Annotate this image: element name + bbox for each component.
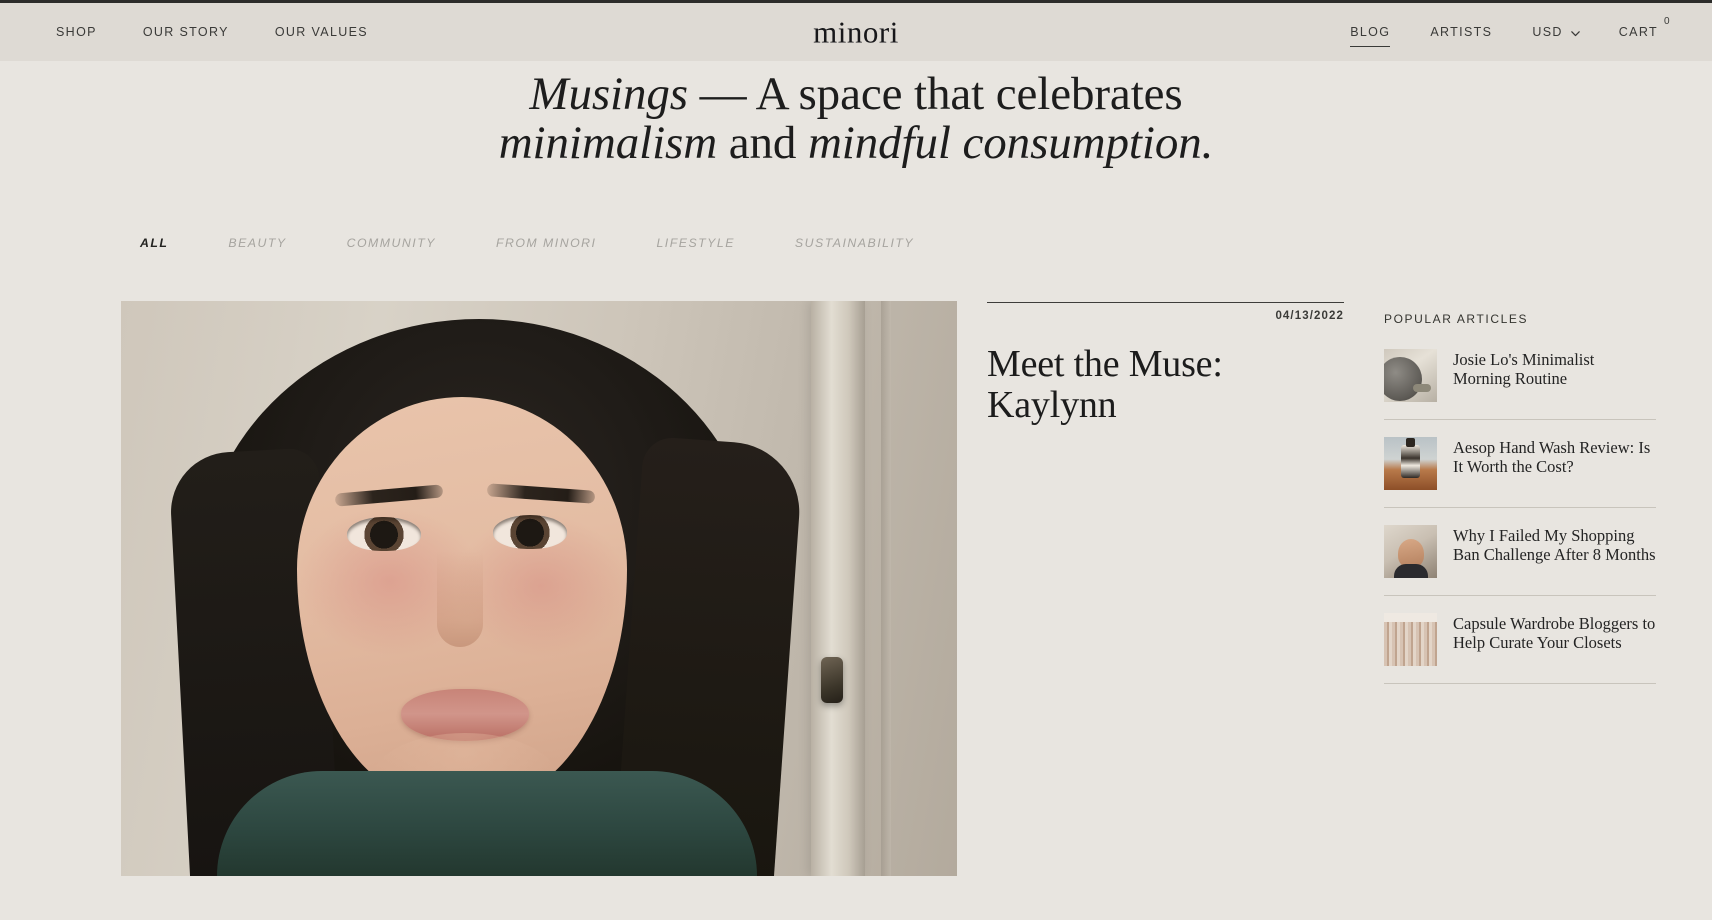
article-thumbnail-icon: [1384, 524, 1437, 578]
list-item[interactable]: Why I Failed My Shopping Ban Challenge A…: [1384, 524, 1656, 596]
featured-article-image[interactable]: [121, 300, 957, 876]
featured-article: [121, 300, 957, 876]
list-item[interactable]: Aesop Hand Wash Review: Is It Worth the …: [1384, 436, 1656, 508]
hero-line2-roman: and: [717, 117, 808, 170]
hero-word-musings: Musings: [529, 68, 688, 120]
currency-label: USD: [1532, 24, 1563, 39]
nav-link-our-story[interactable]: OUR STORY: [143, 26, 229, 39]
currency-selector[interactable]: USD: [1532, 24, 1580, 39]
article-title[interactable]: Meet the Muse: Kaylynn: [987, 343, 1344, 427]
popular-article-title: Capsule Wardrobe Bloggers to Help Curate…: [1453, 613, 1656, 653]
list-item[interactable]: Josie Lo's Minimalist Morning Routine: [1384, 348, 1656, 420]
photo-shirt: [217, 770, 757, 876]
popular-articles-sidebar: POPULAR ARTICLES Josie Lo's Minimalist M…: [1368, 301, 1656, 876]
page-title: Musings — A space that celebrates minima…: [476, 68, 1236, 170]
photo-door-handle: [821, 656, 843, 703]
photo-door-frame: [811, 300, 865, 876]
main-content: 04/13/2022 Meet the Muse: Kaylynn POPULA…: [0, 300, 1712, 876]
cart-label: CART: [1618, 24, 1658, 39]
hero-line1-roman: — A space that celebrates: [687, 68, 1183, 120]
article-divider: [987, 301, 1344, 303]
filter-sustainability[interactable]: SUSTAINABILITY: [795, 236, 914, 250]
hero-word-mindful-consumption: mindful consumption.: [807, 117, 1214, 170]
hero-section: Musings — A space that celebrates minima…: [0, 61, 1712, 169]
hero-word-minimalism: minimalism: [498, 117, 718, 170]
popular-article-title: Josie Lo's Minimalist Morning Routine: [1453, 349, 1595, 389]
nav-link-blog[interactable]: BLOG: [1350, 26, 1391, 47]
photo-nose: [437, 550, 483, 647]
cart-button[interactable]: CART 0: [1618, 16, 1670, 39]
featured-article-details: 04/13/2022 Meet the Muse: Kaylynn: [957, 301, 1368, 876]
filter-from-minori[interactable]: FROM MINORI: [496, 236, 597, 250]
photo-eye-left: [347, 516, 421, 551]
photo-eye-right: [493, 514, 567, 549]
nav-link-our-values[interactable]: OUR VALUES: [275, 26, 368, 39]
popular-articles-heading: POPULAR ARTICLES: [1384, 311, 1529, 326]
popular-article-title: Why I Failed My Shopping Ban Challenge A…: [1453, 525, 1656, 565]
filter-lifestyle[interactable]: LIFESTYLE: [656, 236, 734, 250]
category-filter-bar: ALL BEAUTY COMMUNITY FROM MINORI LIFESTY…: [0, 236, 1712, 250]
article-thumbnail-icon: [1384, 348, 1437, 402]
photo-door-edge: [881, 300, 891, 876]
article-thumbnail-icon: [1384, 436, 1437, 490]
article-thumbnail-icon: [1384, 612, 1437, 666]
primary-nav-left: SHOP OUR STORY OUR VALUES: [56, 26, 368, 39]
site-header: SHOP OUR STORY OUR VALUES minori BLOG AR…: [0, 0, 1712, 61]
cart-count-badge: 0: [1663, 15, 1670, 27]
nav-link-shop[interactable]: SHOP: [56, 26, 97, 39]
primary-nav-right: BLOG ARTISTS USD CART 0: [1350, 16, 1684, 47]
nav-link-artists[interactable]: ARTISTS: [1430, 26, 1492, 39]
chevron-down-icon: [1570, 26, 1580, 37]
filter-all[interactable]: ALL: [140, 236, 168, 250]
list-item[interactable]: Capsule Wardrobe Bloggers to Help Curate…: [1384, 612, 1656, 684]
article-date: 04/13/2022: [1275, 309, 1344, 322]
filter-beauty[interactable]: BEAUTY: [228, 236, 286, 250]
site-logo[interactable]: minori: [813, 17, 899, 48]
popular-article-title: Aesop Hand Wash Review: Is It Worth the …: [1453, 437, 1651, 477]
popular-articles-list: Josie Lo's Minimalist Morning Routine Ae…: [1384, 348, 1656, 684]
filter-community[interactable]: COMMUNITY: [347, 236, 436, 250]
